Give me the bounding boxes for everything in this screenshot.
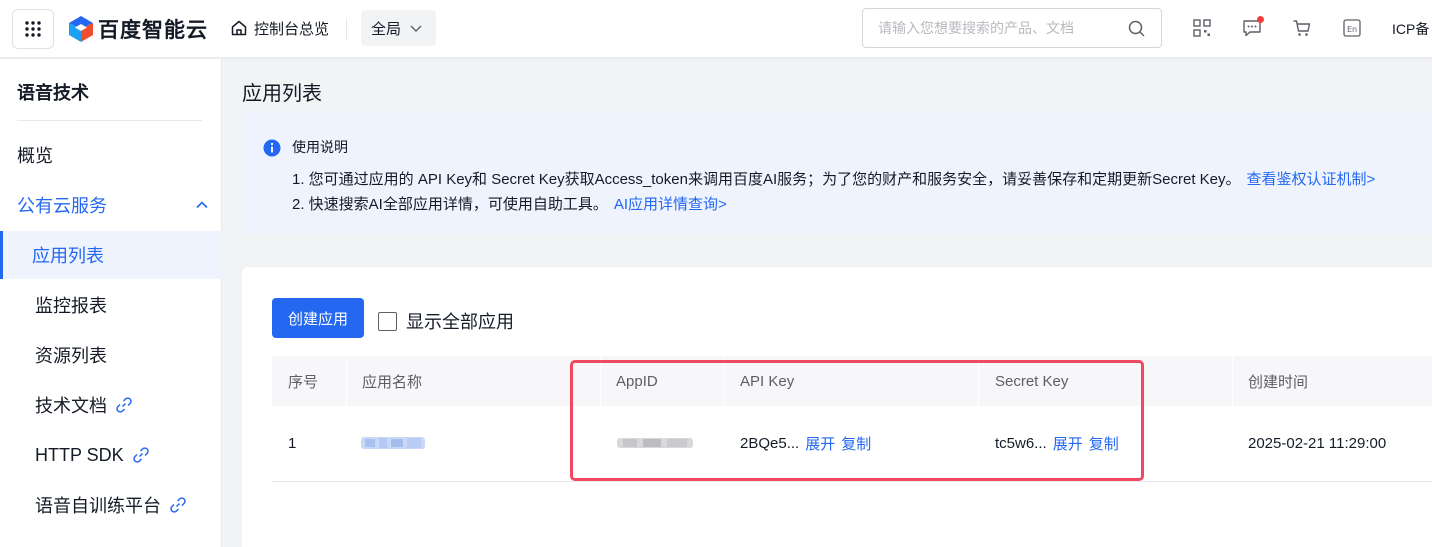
auth-doc-link[interactable]: 查看鉴权认证机制> <box>1247 171 1376 188</box>
app-detail-query-link[interactable]: AI应用详情查询> <box>614 196 727 213</box>
redacted-app-name[interactable] <box>361 434 425 452</box>
column-header-created-time: 创建时间 <box>1248 373 1309 391</box>
sidebar: 语音技术 概览 公有云服务 应用列表 监控报表 资源列表 技术文档 HTTP S… <box>0 59 222 547</box>
language-icon[interactable]: En <box>1342 18 1362 38</box>
baidu-cloud-logo[interactable]: 百度智能云 <box>68 15 208 43</box>
info-icon <box>263 139 281 157</box>
svg-text:En: En <box>1347 25 1357 34</box>
sidebar-divider <box>17 120 202 121</box>
app-grid-button[interactable] <box>12 9 54 49</box>
column-header-index: 序号 <box>288 373 319 391</box>
sidebar-group-public-cloud[interactable]: 公有云服务 <box>0 181 222 229</box>
region-label: 全局 <box>371 20 402 38</box>
search-placeholder: 请输入您想要搜索的产品、文档 <box>878 20 1074 36</box>
grid-icon <box>25 21 41 37</box>
sidebar-item-monitor[interactable]: 监控报表 <box>0 281 222 329</box>
sidebar-item-label: 应用列表 <box>32 246 104 266</box>
sidebar-item-label: 概览 <box>17 146 53 166</box>
sidebar-item-label: 公有云服务 <box>17 196 107 216</box>
credentials-highlight-box <box>570 360 1144 481</box>
sidebar-item-resources[interactable]: 资源列表 <box>0 331 222 379</box>
sidebar-item-label: 技术文档 <box>35 396 107 416</box>
chevron-up-icon <box>196 201 208 209</box>
search-icon[interactable] <box>1128 20 1145 37</box>
region-select[interactable]: 全局 <box>361 10 436 46</box>
sidebar-item-self-training[interactable]: 语音自训练平台 <box>0 481 222 529</box>
notice-line-2: 2. 快速搜索AI全部应用详情，可使用自助工具。 AI应用详情查询> <box>292 193 727 214</box>
usage-notice: 使用说明 1. 您可通过应用的 API Key和 Secret Key获取Acc… <box>242 112 1432 234</box>
show-all-label: 显示全部应用 <box>406 312 514 332</box>
cube-logo-icon <box>69 16 93 42</box>
notice-text-2: 2. 快速搜索AI全部应用详情，可使用自助工具。 <box>292 196 608 213</box>
message-icon[interactable] <box>1242 16 1264 38</box>
chevron-down-icon <box>410 25 422 32</box>
external-link-icon <box>116 397 132 413</box>
notice-title: 使用说明 <box>292 139 348 155</box>
sidebar-item-tech-docs[interactable]: 技术文档 <box>0 381 222 429</box>
column-divider <box>1232 356 1233 406</box>
qrcode-icon[interactable] <box>1192 18 1212 38</box>
sidebar-title: 语音技术 <box>17 83 89 103</box>
cart-icon[interactable] <box>1292 18 1312 38</box>
icp-link[interactable]: ICP备 <box>1392 19 1429 39</box>
sidebar-item-label: 语音自训练平台 <box>35 496 161 516</box>
show-all-apps-toggle[interactable]: 显示全部应用 <box>378 308 514 334</box>
logo-text: 百度智能云 <box>98 19 208 42</box>
created-time-cell: 2025-02-21 11:29:00 <box>1248 434 1387 452</box>
search-input[interactable]: 请输入您想要搜索的产品、文档 <box>862 8 1162 48</box>
column-header-app-name: 应用名称 <box>362 373 423 391</box>
external-link-icon <box>170 497 186 513</box>
notification-dot <box>1257 16 1264 23</box>
home-icon <box>231 20 247 36</box>
sidebar-item-label: HTTP SDK <box>35 444 124 465</box>
sidebar-item-overview[interactable]: 概览 <box>0 131 222 179</box>
console-home-link[interactable]: 控制台总览 <box>230 17 329 39</box>
show-all-checkbox[interactable] <box>378 311 397 331</box>
create-app-button[interactable]: 创建应用 <box>272 298 364 338</box>
sidebar-item-label: 监控报表 <box>35 296 107 316</box>
console-home-label: 控制台总览 <box>254 20 330 38</box>
table-row-divider <box>272 481 1432 482</box>
sidebar-item-label: 资源列表 <box>35 346 107 366</box>
sidebar-item-app-list[interactable]: 应用列表 <box>0 231 222 279</box>
top-navbar: 百度智能云 控制台总览 全局 请输入您想要搜索的产品、文档 En ICP备 <box>0 0 1432 58</box>
page-title: 应用列表 <box>242 83 322 105</box>
column-divider <box>346 356 347 406</box>
external-link-icon <box>133 447 149 463</box>
nav-divider <box>346 18 347 40</box>
notice-text-1: 1. 您可通过应用的 API Key和 Secret Key获取Access_t… <box>292 171 1241 188</box>
notice-line-1: 1. 您可通过应用的 API Key和 Secret Key获取Access_t… <box>292 168 1375 189</box>
row-index: 1 <box>288 434 297 452</box>
sidebar-item-http-sdk[interactable]: HTTP SDK <box>0 431 222 479</box>
